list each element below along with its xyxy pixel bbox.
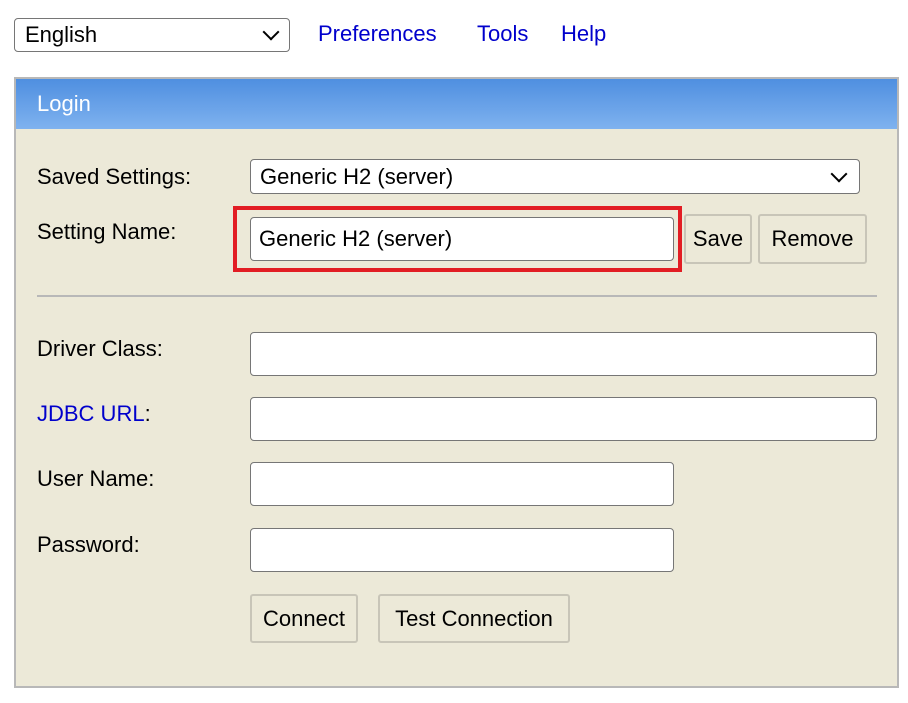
- password-label: Password:: [37, 532, 140, 557]
- saved-settings-select-value: Generic H2 (server): [260, 164, 454, 189]
- saved-settings-select[interactable]: Generic H2 (server): [250, 159, 860, 194]
- jdbc-url-label-suffix: :: [144, 401, 151, 426]
- language-select-value: English: [25, 22, 98, 47]
- jdbc-url-label: JDBC URL:: [37, 401, 151, 427]
- jdbc-url-input[interactable]: [250, 397, 877, 441]
- driver-class-label: Driver Class:: [37, 336, 163, 361]
- login-panel-title: Login: [16, 79, 897, 129]
- setting-name-label: Setting Name:: [37, 219, 177, 244]
- user-name-input[interactable]: [250, 462, 674, 506]
- preferences-link[interactable]: Preferences: [318, 21, 437, 47]
- driver-class-input[interactable]: [250, 332, 877, 376]
- user-name-label: User Name:: [37, 466, 155, 491]
- chevron-down-icon: [262, 23, 280, 41]
- password-input[interactable]: [250, 528, 674, 572]
- test-connection-button[interactable]: Test Connection: [378, 594, 570, 643]
- chevron-down-icon: [830, 165, 848, 183]
- jdbc-url-link[interactable]: JDBC URL: [37, 401, 145, 426]
- tools-link[interactable]: Tools: [477, 21, 528, 47]
- remove-button[interactable]: Remove: [758, 214, 867, 264]
- saved-settings-label: Saved Settings:: [37, 164, 192, 189]
- highlight-box: [233, 206, 682, 272]
- language-select[interactable]: English: [14, 18, 290, 52]
- divider: [37, 295, 877, 297]
- connect-button[interactable]: Connect: [250, 594, 358, 643]
- help-link[interactable]: Help: [561, 21, 606, 47]
- save-button[interactable]: Save: [684, 214, 752, 264]
- login-panel: Login Saved Settings: Generic H2 (server…: [14, 77, 899, 688]
